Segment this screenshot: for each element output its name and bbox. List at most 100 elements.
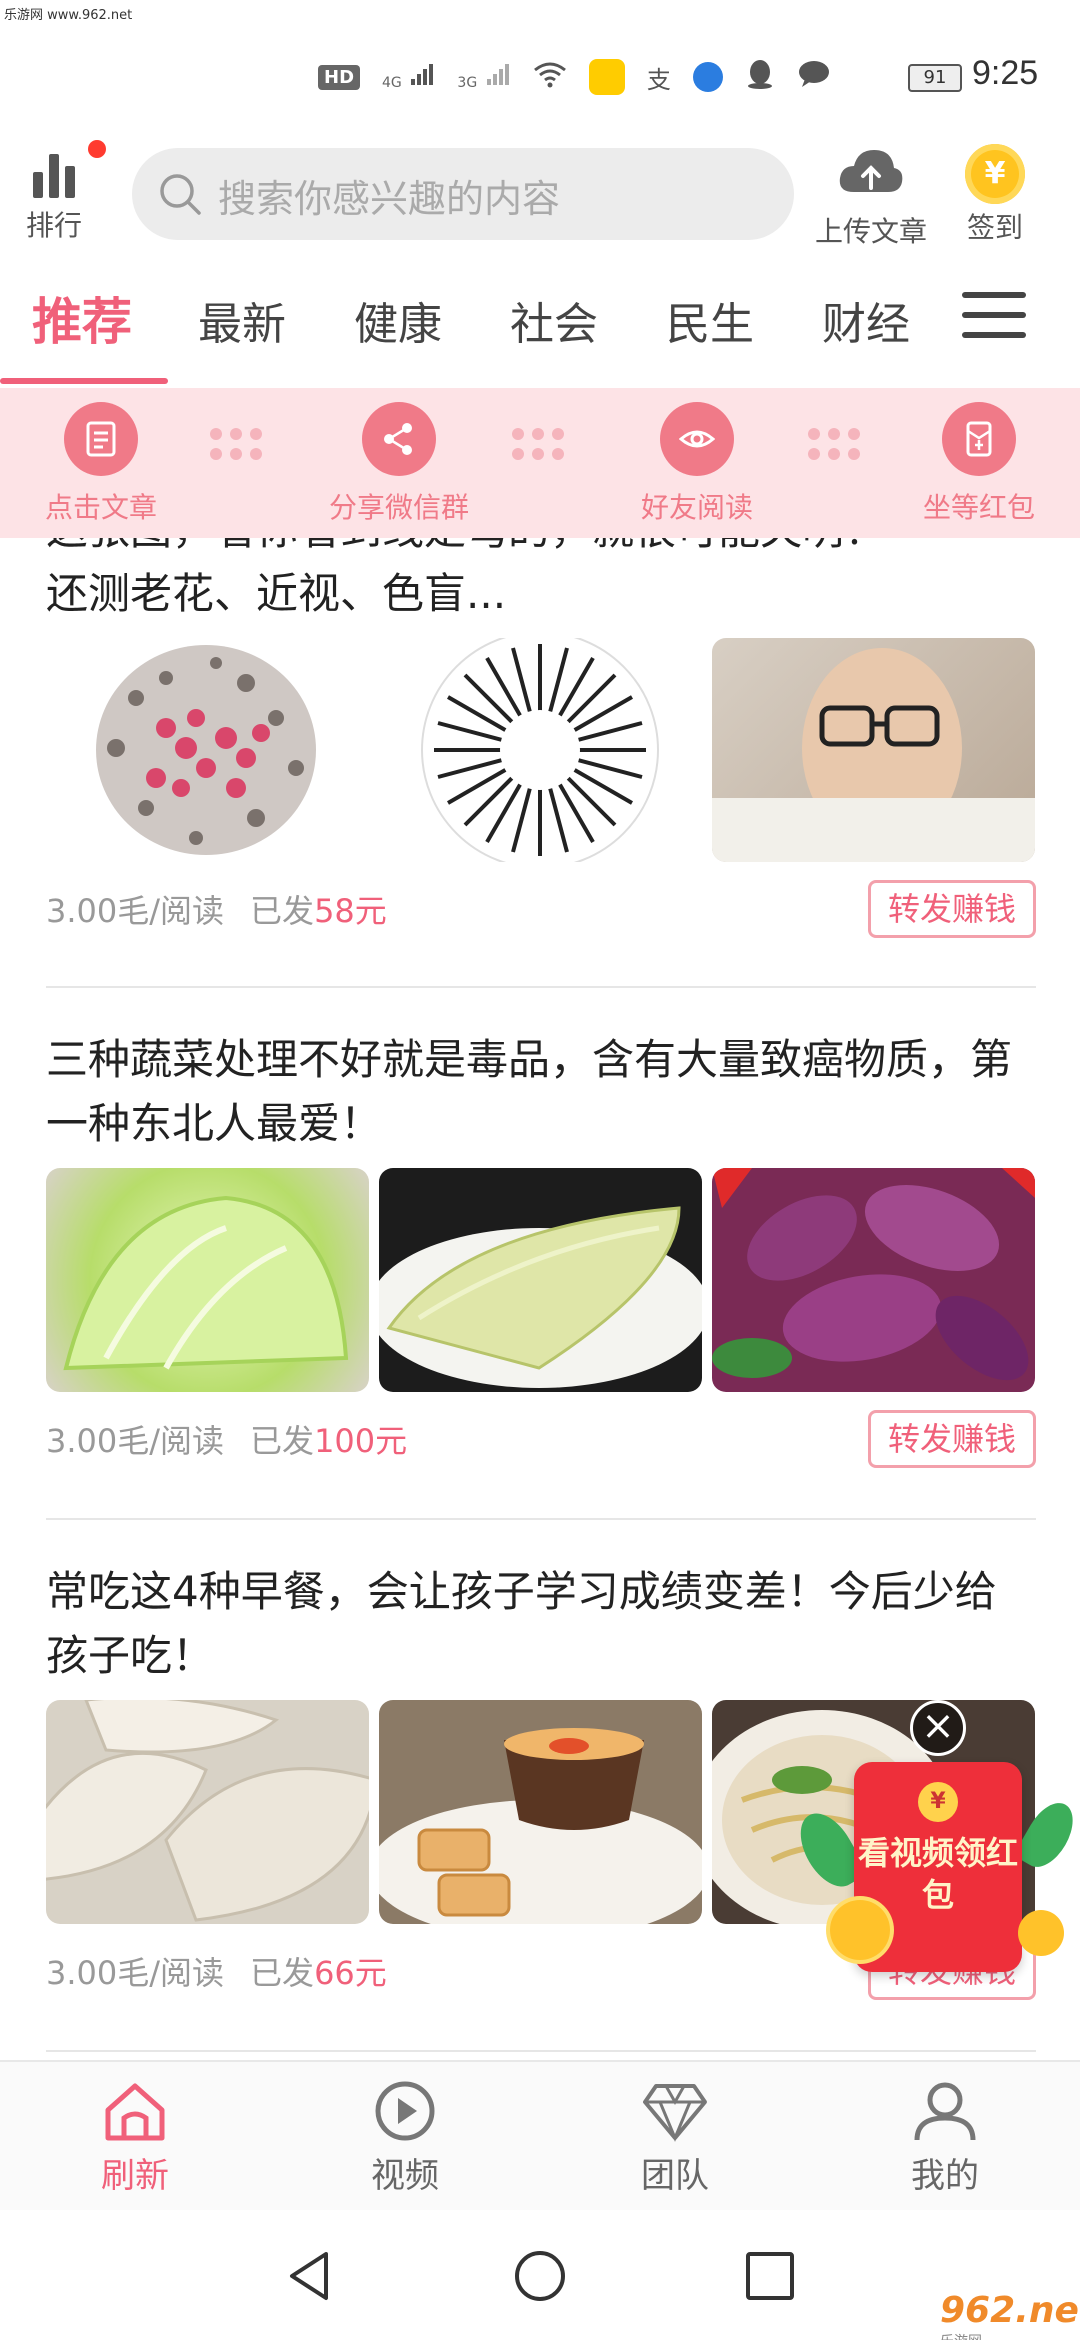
step-label: 坐等红包	[922, 491, 1035, 524]
sent-label: 已发	[250, 1422, 315, 1460]
home-icon	[105, 2083, 165, 2141]
nav-video[interactable]: 视频	[330, 2080, 480, 2197]
article-thumbnails	[46, 638, 1036, 862]
search-icon	[160, 174, 201, 215]
steps-banner: 点击文章 分享微信群 好友阅读 坐等红包	[0, 388, 1080, 538]
purple-greens-image	[712, 1168, 1035, 1392]
tab-latest[interactable]: 最新	[198, 288, 286, 352]
browser-icon	[692, 62, 723, 92]
step-wait-red-packet: 坐等红包	[904, 402, 1054, 526]
step-click-article: 点击文章	[26, 402, 176, 526]
play-icon	[375, 2081, 435, 2141]
step-friend-read: 好友阅读	[622, 402, 772, 526]
share-earn-button[interactable]: 转发赚钱	[868, 1410, 1036, 1468]
share-earn-button[interactable]: 转发赚钱	[868, 880, 1036, 938]
hd-icon: HD	[318, 64, 361, 90]
red-packet-text: 看视频领红包	[857, 1834, 1018, 1914]
alipay-icon: 支	[646, 65, 671, 94]
chat-icon	[797, 59, 831, 95]
header: 排行 搜索你感兴趣的内容 上传文章 ¥ 签到	[0, 140, 1080, 260]
rank-label: 排行	[25, 209, 82, 242]
tab-recommend[interactable]: 推荐	[32, 282, 132, 354]
article-title: 这张图，看你看到线是弯的，就很可能失明！ 还测老花、近视、色盲...	[46, 538, 886, 618]
eye-icon	[679, 430, 715, 448]
divider	[46, 1518, 1036, 1520]
coin-icon: ¥	[918, 1782, 958, 1822]
sent-label: 已发	[250, 892, 315, 930]
signal-4g-icon: 4G	[382, 61, 435, 93]
article-card[interactable]: 三种蔬菜处理不好就是毒品，含有大量致癌物质，第一种东北人最爱！ 3.00毛/阅读…	[46, 1028, 1036, 1468]
step-label: 好友阅读	[640, 491, 753, 524]
elderly-man-reading-image	[712, 638, 1035, 862]
back-icon[interactable]	[282, 2248, 338, 2304]
notification-dot	[88, 140, 106, 158]
home-button-icon[interactable]	[512, 2248, 568, 2304]
upload-article-button[interactable]: 上传文章	[806, 144, 936, 250]
menu-icon[interactable]	[962, 292, 1026, 352]
search-input[interactable]: 搜索你感兴趣的内容	[132, 148, 794, 240]
category-tabs: 推荐 最新 健康 社会 民生 财经	[0, 268, 1080, 388]
read-rate: 3.00毛/阅读	[46, 892, 225, 930]
tab-livelihood[interactable]: 民生	[666, 288, 754, 352]
article-meta: 3.00毛/阅读 已发 100元 转发赚钱	[46, 1410, 1036, 1468]
breakfast-plate-image	[379, 1700, 702, 1924]
red-envelope-icon	[966, 421, 992, 457]
cooked-cabbage-image	[379, 1168, 702, 1392]
sent-amount: 66元	[314, 1954, 387, 1992]
signin-label: 签到	[966, 211, 1023, 244]
leaf-decoration	[1013, 1794, 1080, 1876]
article-meta: 3.00毛/阅读 已发 58元 转发赚钱	[46, 880, 1036, 938]
cabbage-image	[46, 1168, 369, 1392]
article-card[interactable]: 这张图，看你看到线是弯的，就很可能失明！ 还测老花、近视、色盲...	[46, 538, 1036, 938]
tab-finance[interactable]: 财经	[822, 288, 910, 352]
step-label: 分享微信群	[328, 491, 469, 524]
clock: 9:25	[972, 54, 1039, 92]
search-placeholder: 搜索你感兴趣的内容	[218, 177, 561, 221]
nav-label: 我的	[911, 2156, 979, 2196]
article-thumbnails	[46, 1168, 1036, 1392]
system-navigation-bar	[0, 2210, 1080, 2340]
step-label: 点击文章	[44, 491, 157, 524]
upload-label: 上传文章	[814, 215, 927, 248]
active-tab-indicator	[0, 378, 168, 384]
qq-icon	[745, 58, 775, 96]
step-dots	[512, 424, 572, 464]
share-icon	[384, 423, 412, 455]
video-red-packet-widget[interactable]: × ¥ 看视频领红包	[789, 1700, 1080, 1990]
rank-button[interactable]: 排行	[22, 140, 106, 244]
dumplings-image	[46, 1700, 369, 1924]
tab-health[interactable]: 健康	[354, 288, 442, 352]
bar-chart-icon	[22, 148, 86, 198]
astigmatism-chart-image	[379, 638, 702, 862]
diamond-icon	[643, 2084, 707, 2142]
coin-stack-icon	[830, 1900, 890, 1960]
user-icon	[914, 2082, 976, 2141]
nav-label: 视频	[371, 2156, 439, 2196]
step-share-wechat: 分享微信群	[324, 402, 474, 526]
tab-society[interactable]: 社会	[510, 288, 598, 352]
signin-button[interactable]: ¥ 签到	[950, 144, 1040, 246]
recents-icon[interactable]	[742, 2248, 798, 2304]
close-icon[interactable]: ×	[910, 1700, 966, 1756]
divider	[46, 986, 1036, 988]
sent-label: 已发	[250, 1954, 315, 1992]
signal-3g-icon: 3G	[457, 61, 510, 93]
divider	[46, 2050, 1036, 2052]
app-notification-icon	[588, 59, 625, 95]
sent-amount: 100元	[314, 1422, 408, 1460]
article-title: 三种蔬菜处理不好就是毒品，含有大量致癌物质，第一种东北人最爱！	[46, 1035, 1013, 1148]
coin-icon: ¥	[965, 144, 1025, 204]
read-rate: 3.00毛/阅读	[46, 1954, 225, 1992]
nav-refresh[interactable]: 刷新	[60, 2080, 210, 2197]
wifi-icon	[533, 60, 567, 94]
step-dots	[210, 424, 270, 464]
bottom-navigation: 刷新 视频 团队 我的	[0, 2060, 1080, 2210]
nav-mine[interactable]: 我的	[870, 2080, 1020, 2197]
nav-team[interactable]: 团队	[600, 2080, 750, 2197]
status-icons: HD 4G 3G 支	[318, 58, 831, 96]
nav-label: 团队	[641, 2156, 709, 2196]
status-bar: HD 4G 3G 支 91 9:25	[0, 0, 1080, 140]
battery-indicator: 91	[908, 64, 962, 92]
read-rate: 3.00毛/阅读	[46, 1422, 225, 1460]
color-blind-test-image	[46, 638, 369, 862]
